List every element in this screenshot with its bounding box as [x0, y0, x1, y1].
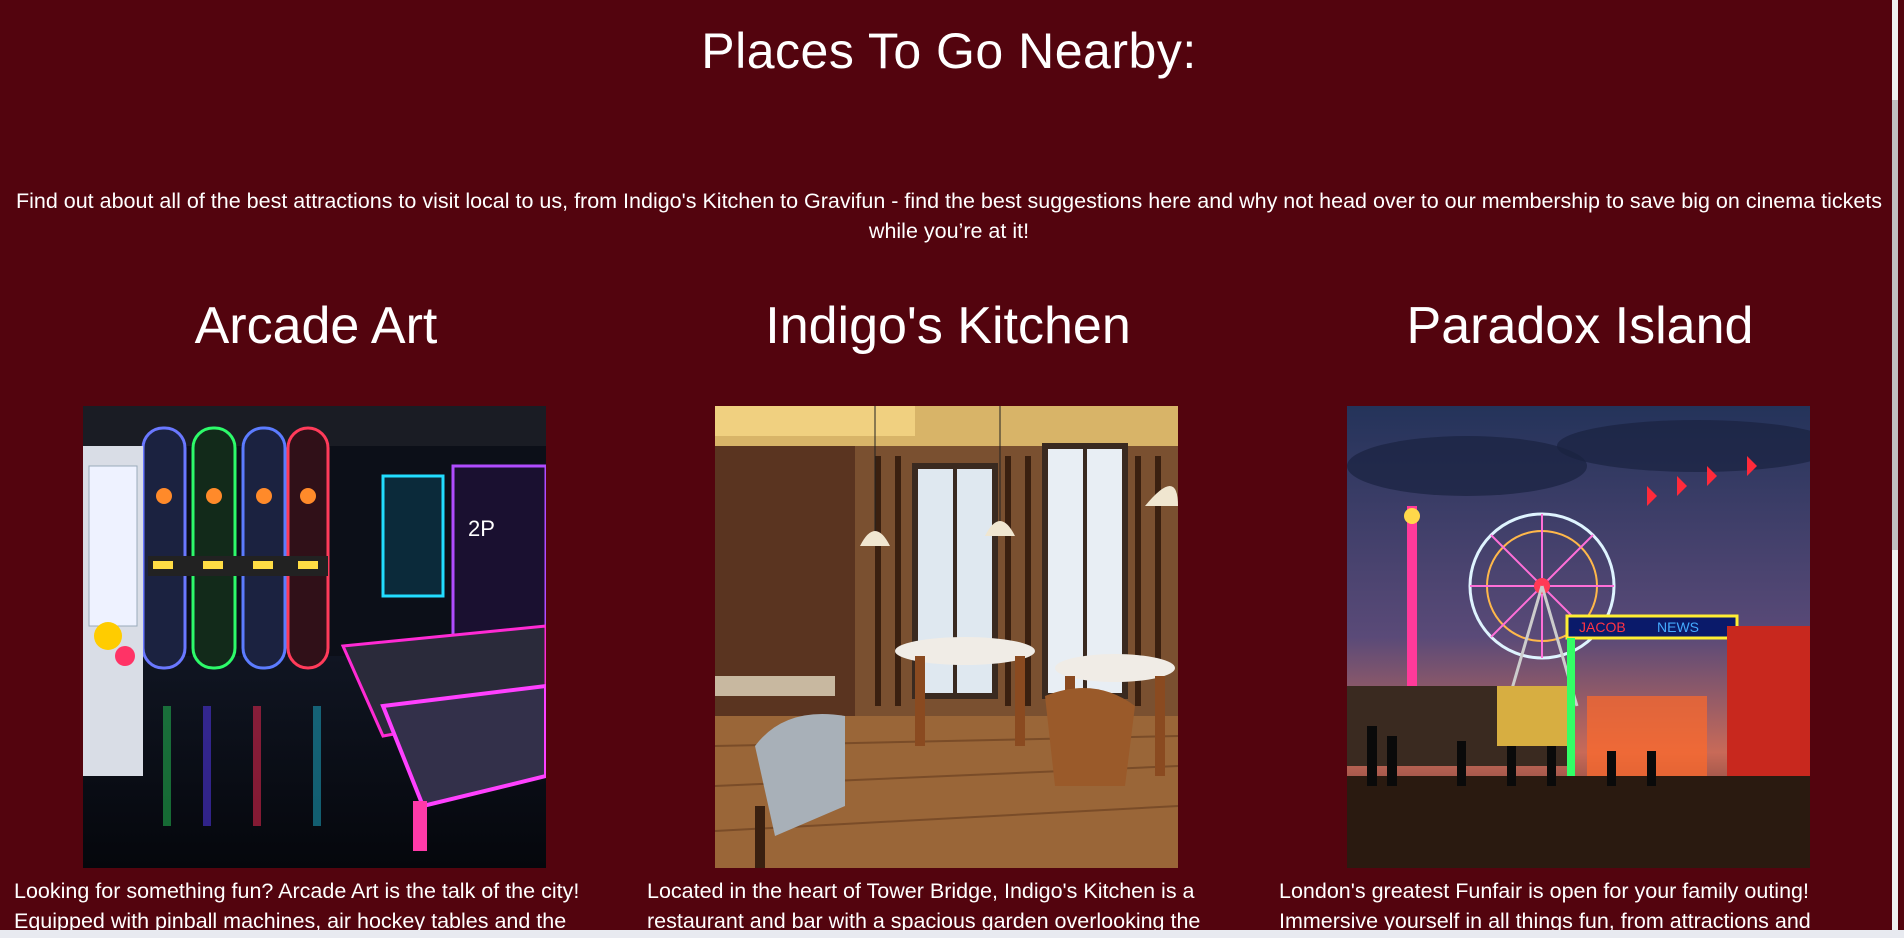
bottom-edge	[0, 930, 1904, 938]
place-title: Paradox Island	[1406, 297, 1754, 355]
svg-text:2P: 2P	[468, 516, 495, 541]
scrollbar-thumb[interactable]	[1892, 100, 1898, 550]
svg-text:NEWS: NEWS	[1657, 619, 1699, 635]
page: Places To Go Nearby: Find out about all …	[0, 0, 1898, 930]
intro-text: Find out about all of the best attractio…	[15, 189, 1883, 243]
place-description: London's greatest Funfair is open for yo…	[1279, 879, 1811, 930]
vertical-scrollbar[interactable]	[1892, 0, 1898, 930]
arcade-photo: 2P	[83, 406, 546, 868]
funfair-photo: JACOB NEWS	[1347, 406, 1810, 868]
page-title: Places To Go Nearby:	[701, 23, 1197, 79]
place-title: Arcade Art	[194, 297, 438, 355]
place-card-arcade-art: Arcade Art 2P Looking for something fun?…	[0, 290, 632, 930]
restaurant-photo	[715, 406, 1178, 868]
place-card-indigos-kitchen: Indigo's Kitchen Located in the heart of…	[632, 290, 1264, 930]
place-description: Located in the heart of Tower Bridge, In…	[647, 879, 1201, 930]
place-title: Indigo's Kitchen	[765, 297, 1131, 355]
place-card-paradox-island: Paradox Island JACOB NEWS London's great…	[1264, 290, 1896, 930]
svg-text:JACOB: JACOB	[1579, 619, 1626, 635]
place-description: Looking for something fun? Arcade Art is…	[14, 879, 580, 930]
